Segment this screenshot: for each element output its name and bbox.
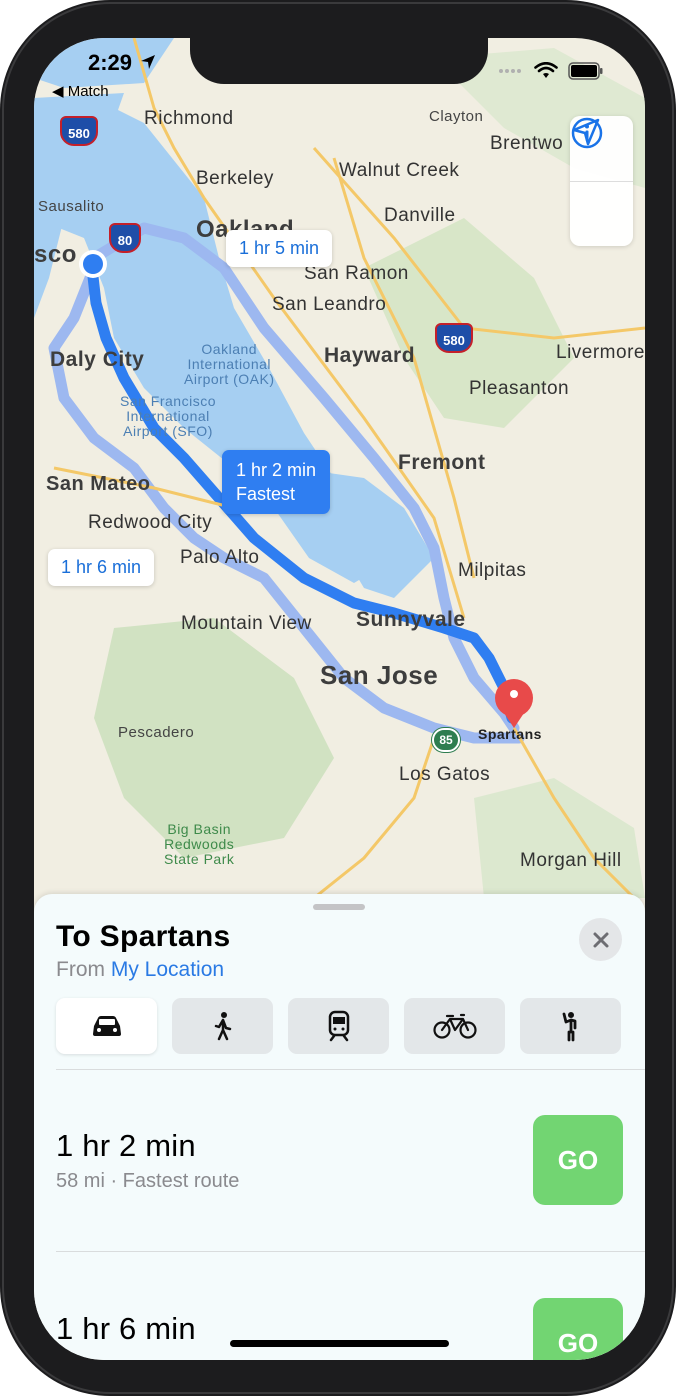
route-85-shield: 85 <box>432 728 460 752</box>
current-location-core <box>83 254 103 274</box>
route-callout-1hr5[interactable]: 1 hr 5 min <box>226 230 333 267</box>
walking-icon <box>214 1012 231 1041</box>
car-icon <box>92 1016 121 1036</box>
close-icon <box>593 932 608 947</box>
place-pescadero: Pescadero <box>118 724 195 741</box>
go-button-route-1[interactable]: GO <box>533 1115 623 1205</box>
ride-share-icon <box>562 1012 576 1042</box>
place-berkeley: Berkeley <box>196 168 274 189</box>
destination-label: Spartans <box>478 726 542 742</box>
mode-transit[interactable] <box>288 998 389 1054</box>
place-walnut-creek: Walnut Creek <box>339 160 460 181</box>
place-daly-city: Daly City <box>50 348 145 371</box>
place-palo-alto: Palo Alto <box>180 547 260 568</box>
sheet-grabber[interactable] <box>313 904 365 910</box>
cycling-icon <box>432 1013 477 1039</box>
place-los-gatos: Los Gatos <box>399 764 491 785</box>
place-pleasanton: Pleasanton <box>469 378 570 399</box>
directions-sheet: To Spartans From My Location 1 hr 2 min … <box>34 894 645 1360</box>
close-button[interactable] <box>579 918 622 961</box>
status-time: 2:29 <box>88 50 156 76</box>
route-1-time: 1 hr 2 min <box>56 1128 196 1163</box>
location-arrow-icon <box>572 118 600 146</box>
origin-prefix: From <box>56 958 105 981</box>
place-redwood-city: Redwood City <box>88 512 213 533</box>
back-to-app-label: Match <box>67 83 109 100</box>
place-hayward: Hayward <box>324 344 416 367</box>
directions-title: To Spartans <box>56 920 231 953</box>
directions-origin: From My Location <box>56 958 224 982</box>
place-sausalito: Sausalito <box>38 198 105 215</box>
place-richmond: Richmond <box>144 108 234 129</box>
place-san-francisco: sco <box>34 241 77 268</box>
place-big-basin: Big Basin Redwoods State Park <box>164 821 235 867</box>
status-time-text: 2:29 <box>88 50 133 75</box>
interstate-580-east-shield: 580 <box>435 323 473 353</box>
place-morgan-hill: Morgan Hill <box>520 850 622 871</box>
mode-walk[interactable] <box>172 998 273 1054</box>
place-brentwood: Brentwo <box>490 133 564 154</box>
status-icons <box>498 62 604 80</box>
battery-icon <box>568 62 603 80</box>
screen: Richmond Clayton Brentwo Berkeley Walnut… <box>34 38 645 1360</box>
place-san-leandro: San Leandro <box>272 294 387 315</box>
tracking-button[interactable] <box>570 118 633 246</box>
mode-ride-share[interactable] <box>520 998 621 1054</box>
place-milpitas: Milpitas <box>458 560 527 581</box>
route-callout-fastest[interactable]: 1 hr 2 min Fastest <box>222 450 331 514</box>
interstate-580-north-shield: 580 <box>60 116 98 146</box>
back-to-app-link[interactable]: ◀ Match <box>52 82 109 100</box>
map-view[interactable]: Richmond Clayton Brentwo Berkeley Walnut… <box>34 38 645 898</box>
route-1-detail: 58 mi · Fastest route <box>56 1170 240 1192</box>
highway-17 <box>313 737 436 898</box>
location-services-icon <box>141 55 156 69</box>
map-controls <box>570 116 633 246</box>
home-indicator[interactable] <box>230 1340 449 1347</box>
device-notch <box>190 38 488 84</box>
place-fremont: Fremont <box>398 451 486 474</box>
origin-link[interactable]: My Location <box>111 958 224 981</box>
place-sfo-airport: San Francisco International Airport (SFO… <box>120 393 216 439</box>
place-mountain-view: Mountain View <box>181 613 312 634</box>
transit-icon <box>328 1010 349 1042</box>
transport-mode-selector <box>56 998 624 1054</box>
place-danville: Danville <box>384 205 456 226</box>
mode-drive[interactable] <box>56 998 157 1054</box>
route-divider <box>56 1251 645 1252</box>
device-frame: Richmond Clayton Brentwo Berkeley Walnut… <box>0 0 676 1396</box>
route-callout-1hr6[interactable]: 1 hr 6 min <box>48 549 155 586</box>
place-san-mateo: San Mateo <box>46 473 151 495</box>
fastest-tag-label: Fastest <box>236 484 296 504</box>
route-2-time: 1 hr 6 min <box>56 1311 196 1346</box>
fastest-time-label: 1 hr 2 min <box>236 460 317 480</box>
place-oakland-airport: Oakland International Airport (OAK) <box>184 341 275 387</box>
cellular-signal-icon <box>499 69 521 73</box>
place-sunnyvale: Sunnyvale <box>356 608 466 631</box>
destination-pin-dot <box>510 690 518 698</box>
place-clayton: Clayton <box>429 108 484 125</box>
place-livermore: Livermore <box>556 342 645 363</box>
go-button-route-2[interactable]: GO <box>533 1298 623 1360</box>
interstate-80-shield: 80 <box>109 223 141 253</box>
hills-southeast <box>474 778 645 898</box>
mode-cycle[interactable] <box>404 998 505 1054</box>
wifi-icon <box>534 62 558 78</box>
back-chevron-icon: ◀ <box>52 83 64 100</box>
sheet-divider <box>56 1069 645 1070</box>
place-san-jose: San Jose <box>320 660 439 690</box>
